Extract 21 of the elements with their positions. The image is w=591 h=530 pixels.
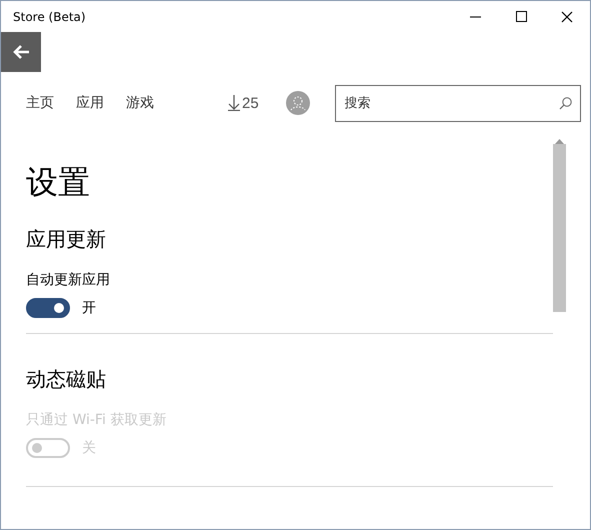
window-title: Store (Beta) (13, 10, 87, 24)
page-title: 设置 (26, 162, 91, 203)
nav-link[interactable]: 应用 (76, 94, 104, 112)
maximize-icon (516, 11, 526, 22)
search-icon (558, 96, 572, 110)
nav-link[interactable]: 游戏 (126, 94, 154, 112)
close-icon (561, 10, 573, 22)
setting-label: 自动更新应用 (26, 271, 111, 290)
search-field[interactable]: 搜索 (334, 84, 581, 122)
back-button[interactable] (1, 32, 41, 72)
toggle-state: 开 (82, 299, 96, 317)
back-arrow-icon (12, 44, 30, 60)
toggle-switch[interactable] (26, 298, 70, 318)
scroll-up-icon[interactable] (555, 138, 564, 144)
nav-link[interactable]: 主页 (26, 94, 54, 112)
download-icon (228, 95, 240, 111)
downloads-button[interactable]: 25 (228, 94, 259, 112)
scrollbar-thumb[interactable] (553, 144, 566, 312)
section-heading: 应用更新 (26, 226, 107, 253)
avatar-icon[interactable] (286, 91, 310, 115)
section-heading: 动态磁贴 (26, 366, 107, 393)
